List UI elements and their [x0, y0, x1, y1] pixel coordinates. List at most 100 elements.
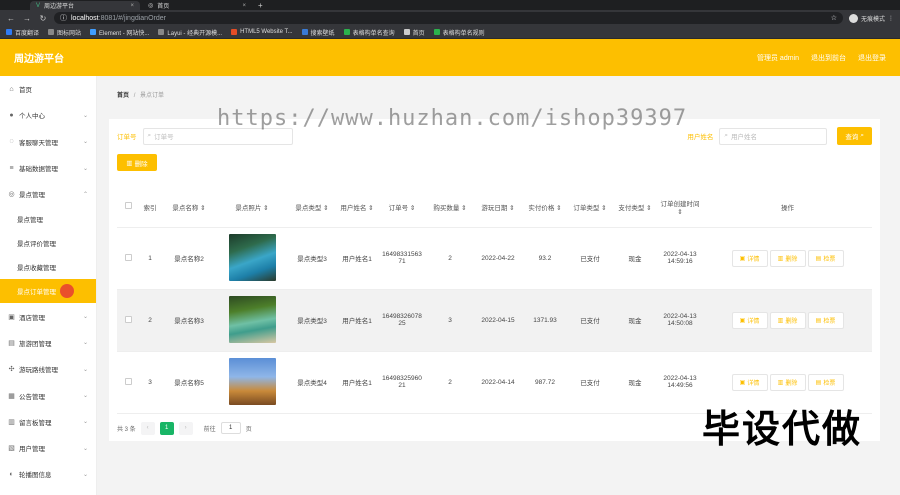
col-created[interactable]: 订单创建时间 ⇕	[657, 187, 703, 228]
col-date[interactable]: 游玩日期 ⇕	[473, 187, 523, 228]
new-tab-button[interactable]: +	[258, 1, 263, 10]
sidebar-item-message-board[interactable]: ▥ 留言板管理 ⌄	[0, 409, 96, 435]
scenic-photo-lake[interactable]	[228, 233, 276, 281]
detail-button[interactable]: ▣ 详情	[731, 249, 768, 267]
col-type[interactable]: 景点类型 ⇕	[287, 187, 337, 228]
sort-icon[interactable]: ⇕	[646, 205, 651, 212]
col-name[interactable]: 景点名称 ⇕	[161, 187, 217, 228]
sort-icon[interactable]: ⇕	[601, 205, 606, 212]
username-input[interactable]: ⌕ 用户姓名	[719, 127, 828, 145]
bookmark[interactable]: HTML5 Website T...	[231, 29, 293, 35]
sidebar-item-route[interactable]: ✣ 游玩路线管理 ⌄	[0, 356, 96, 382]
bookmark[interactable]: Layui - 经典开源模...	[158, 28, 222, 37]
query-button[interactable]: 查询 ⌕	[837, 127, 872, 145]
bookmark-label: HTML5 Website T...	[240, 29, 293, 35]
close-icon[interactable]: ×	[130, 3, 134, 9]
delete-button[interactable]: ▥ 删除	[769, 249, 806, 267]
sort-icon[interactable]: ⇕	[677, 209, 682, 216]
col-order-no[interactable]: 订单号 ⇕	[377, 187, 427, 228]
breadcrumb-home[interactable]: 首页	[117, 93, 129, 99]
sort-icon[interactable]: ⇕	[509, 205, 514, 212]
check-ticket-label: 检票	[823, 380, 836, 387]
col-date-label: 游玩日期	[481, 204, 508, 212]
sort-icon[interactable]: ⇕	[368, 205, 373, 212]
order-no-input[interactable]: ⌕ 订单号	[142, 127, 293, 145]
ticket-icon: ▤	[815, 317, 822, 324]
browser-tab-active[interactable]: V 周边游平台 ×	[30, 1, 140, 10]
sidebar-sub-scenic-favorite[interactable]: 景点收藏管理	[0, 255, 96, 279]
col-pay-type[interactable]: 支付类型 ⇕	[613, 187, 657, 228]
sidebar-item-tour-group[interactable]: ▤ 旅游团管理 ⌄	[0, 330, 96, 356]
row-checkbox[interactable]	[124, 377, 132, 385]
bookmark[interactable]: 表格构单名规则	[433, 28, 485, 37]
detail-button[interactable]: ▣ 详情	[731, 373, 768, 391]
star-icon[interactable]: ☆	[831, 14, 837, 22]
col-order-type[interactable]: 订单类型 ⇕	[567, 187, 613, 228]
col-qty[interactable]: 购买数量 ⇕	[427, 187, 473, 228]
bookmark[interactable]: 百度翻译	[6, 28, 39, 37]
cell-created: 2022-04-13 14:50:08	[657, 289, 703, 352]
sidebar-item-home[interactable]: ⌂ 首页	[0, 76, 96, 102]
bookmark[interactable]: 搜索壁纸	[301, 28, 335, 37]
profile-button[interactable]: 无痕模式 ⋮	[848, 13, 894, 23]
detail-label: 详情	[747, 380, 760, 387]
col-user[interactable]: 用户姓名 ⇕	[337, 187, 377, 228]
reload-icon[interactable]: ↻	[38, 14, 48, 23]
sidebar-item-profile[interactable]: ● 个人中心 ⌄	[0, 102, 96, 128]
sidebar-item-hotel[interactable]: ▣ 酒店管理 ⌄	[0, 303, 96, 329]
prev-page-button[interactable]: ‹	[140, 421, 155, 435]
exit-to-front-link[interactable]: 退出到前台	[811, 53, 846, 63]
detail-button[interactable]: ▣ 详情	[731, 311, 768, 329]
check-ticket-button[interactable]: ▤ 检票	[807, 373, 844, 391]
select-all-checkbox[interactable]	[124, 202, 132, 210]
sort-icon[interactable]: ⇕	[556, 205, 561, 212]
table-row: 2 景点名称3 景点类型3 用户姓名1 1649832607825 3 2022…	[117, 289, 872, 352]
row-checkbox[interactable]	[124, 253, 132, 261]
batch-delete-button[interactable]: ▥ 删除	[117, 154, 157, 171]
row-checkbox[interactable]	[124, 315, 132, 323]
sidebar-item-carousel[interactable]: ◐ 轮播图信息 ⌄	[0, 461, 96, 487]
sort-icon[interactable]: ⇕	[410, 205, 415, 212]
col-photo[interactable]: 景点照片 ⇕	[217, 187, 287, 228]
back-icon[interactable]: ←	[6, 14, 16, 23]
address-bar: ← → ↻ ⓘ localhost:8081/#/jingdianOrder ☆…	[0, 10, 900, 26]
page-number-current[interactable]: 1	[159, 421, 174, 435]
sidebar-item-chat[interactable]: ◌ 客服聊天管理 ⌄	[0, 129, 96, 155]
col-user-label: 用户姓名	[340, 204, 367, 212]
sidebar-item-scenic[interactable]: ◎ 景点管理 ⌃	[0, 181, 96, 207]
url-input[interactable]: ⓘ localhost:8081/#/jingdianOrder ☆	[54, 12, 843, 24]
check-ticket-button[interactable]: ▤ 检票	[807, 311, 844, 329]
browser-tab[interactable]: ◎ 首页 ×	[142, 1, 252, 10]
menu-icon[interactable]: ⋮	[888, 15, 894, 22]
sidebar-sub-scenic-order[interactable]: 景点订单管理	[0, 279, 96, 304]
delete-button[interactable]: ▥ 删除	[769, 311, 806, 329]
cell-index: 1	[139, 227, 161, 290]
bookmark[interactable]: 首页	[403, 28, 425, 37]
col-price[interactable]: 实付价格 ⇕	[523, 187, 567, 228]
pagination: 共 3 条 ‹ 1 › 前往 1 页	[117, 421, 872, 435]
goto-page-input[interactable]: 1	[220, 422, 241, 434]
sidebar-sub-scenic-review[interactable]: 景点评价管理	[0, 231, 96, 255]
cell-index: 3	[139, 351, 161, 414]
sidebar-item-notice[interactable]: ▦ 公告管理 ⌄	[0, 382, 96, 408]
sort-icon[interactable]: ⇕	[323, 205, 328, 212]
scenic-photo-pagoda[interactable]	[228, 357, 276, 405]
close-icon[interactable]: ×	[242, 3, 246, 9]
sidebar-item-users[interactable]: ▧ 用户管理 ⌄	[0, 435, 96, 461]
sidebar-sub-scenic[interactable]: 景点管理	[0, 207, 96, 231]
bookmark[interactable]: 表格构单名查询	[343, 28, 395, 37]
next-page-button[interactable]: ›	[178, 421, 193, 435]
logout-link[interactable]: 退出登录	[858, 53, 886, 63]
forward-icon[interactable]: →	[22, 14, 32, 23]
bookmark[interactable]: 图标网站	[48, 28, 81, 37]
sort-icon[interactable]: ⇕	[461, 205, 466, 212]
home-icon: ⌂	[9, 85, 14, 93]
sort-icon[interactable]: ⇕	[200, 205, 205, 212]
sort-icon[interactable]: ⇕	[263, 205, 268, 212]
goto-label: 前往	[203, 426, 216, 433]
delete-button[interactable]: ▥ 删除	[769, 373, 806, 391]
scenic-photo-green[interactable]	[228, 295, 276, 343]
check-ticket-button[interactable]: ▤ 检票	[807, 249, 844, 267]
sidebar-item-basic-data[interactable]: ≡ 基础数据管理 ⌄	[0, 155, 96, 181]
bookmark[interactable]: Element - 网站快...	[90, 28, 149, 37]
